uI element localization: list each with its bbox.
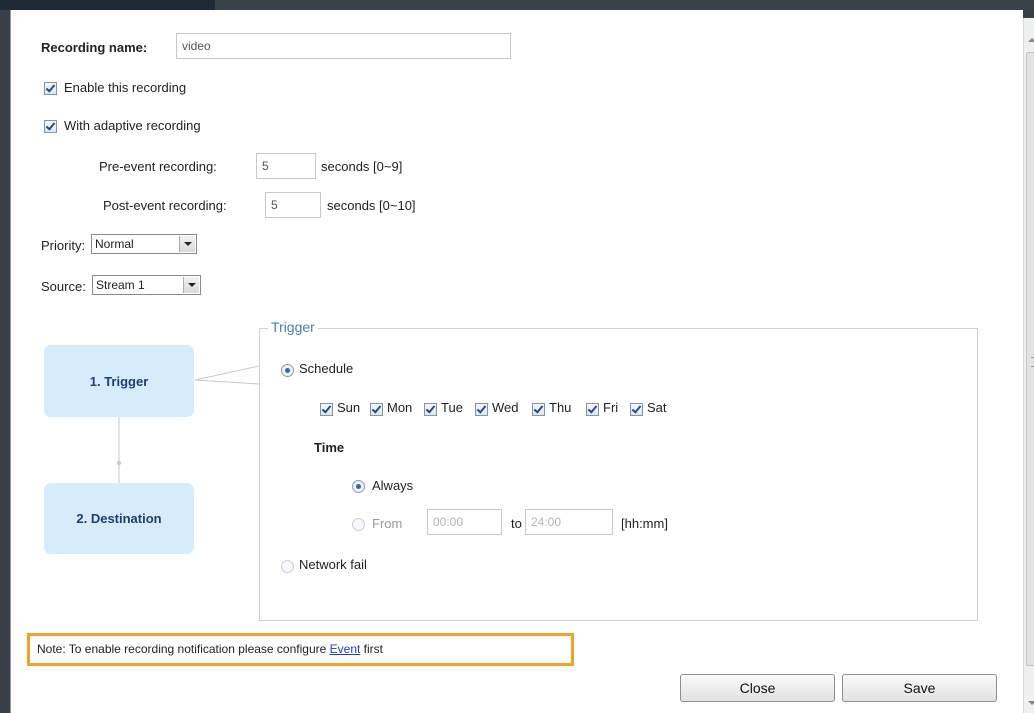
day-checkbox-fri[interactable] — [586, 403, 599, 416]
day-label-thu: Thu — [549, 400, 572, 415]
schedule-label: Schedule — [299, 361, 354, 376]
time-heading: Time — [314, 440, 345, 455]
schedule-radio[interactable] — [281, 364, 294, 377]
to-time-input[interactable]: 24:00 — [525, 509, 613, 535]
close-button[interactable]: Close — [680, 674, 835, 702]
day-label-sat: Sat — [647, 400, 667, 415]
day-label-sun: Sun — [337, 400, 361, 415]
trigger-fieldset — [259, 328, 978, 621]
day-checkbox-mon[interactable] — [370, 403, 383, 416]
from-time-input[interactable]: 00:00 — [427, 509, 502, 535]
window-top-bar-dark — [0, 0, 215, 10]
scrollbar-thumb[interactable] — [1026, 52, 1034, 666]
day-checkbox-tue[interactable] — [424, 403, 437, 416]
from-radio[interactable] — [352, 518, 365, 531]
day-label-wed: Wed — [492, 400, 519, 415]
day-label-tue: Tue — [441, 400, 463, 415]
network-fail-radio[interactable] — [281, 560, 294, 573]
note-suffix: first — [360, 642, 383, 656]
trigger-legend: Trigger — [268, 319, 318, 335]
time-format-hint: [hh:mm] — [621, 516, 668, 531]
event-link[interactable]: Event — [330, 642, 361, 656]
scroll-up-icon[interactable] — [1028, 38, 1034, 42]
window-top-bar — [0, 0, 1034, 10]
network-fail-label: Network fail — [299, 557, 367, 572]
note-text: Note: To enable recording notification p… — [37, 642, 383, 656]
day-checkbox-sat[interactable] — [630, 403, 643, 416]
recording-settings-dialog: Recording name: video Enable this record… — [10, 10, 1034, 713]
day-checkbox-wed[interactable] — [475, 403, 488, 416]
to-label: to — [511, 516, 522, 531]
save-button[interactable]: Save — [842, 674, 997, 702]
day-label-mon: Mon — [387, 400, 413, 415]
note-prefix: Note: To enable recording notification p… — [37, 642, 330, 656]
day-checkbox-thu[interactable] — [532, 403, 545, 416]
always-radio[interactable] — [352, 480, 365, 493]
day-checkbox-sun[interactable] — [320, 403, 333, 416]
always-label: Always — [372, 478, 414, 493]
day-label-fri: Fri — [603, 400, 619, 415]
vertical-scrollbar[interactable] — [1023, 18, 1034, 713]
scroll-down-icon[interactable] — [1028, 701, 1034, 705]
from-label: From — [372, 516, 403, 531]
